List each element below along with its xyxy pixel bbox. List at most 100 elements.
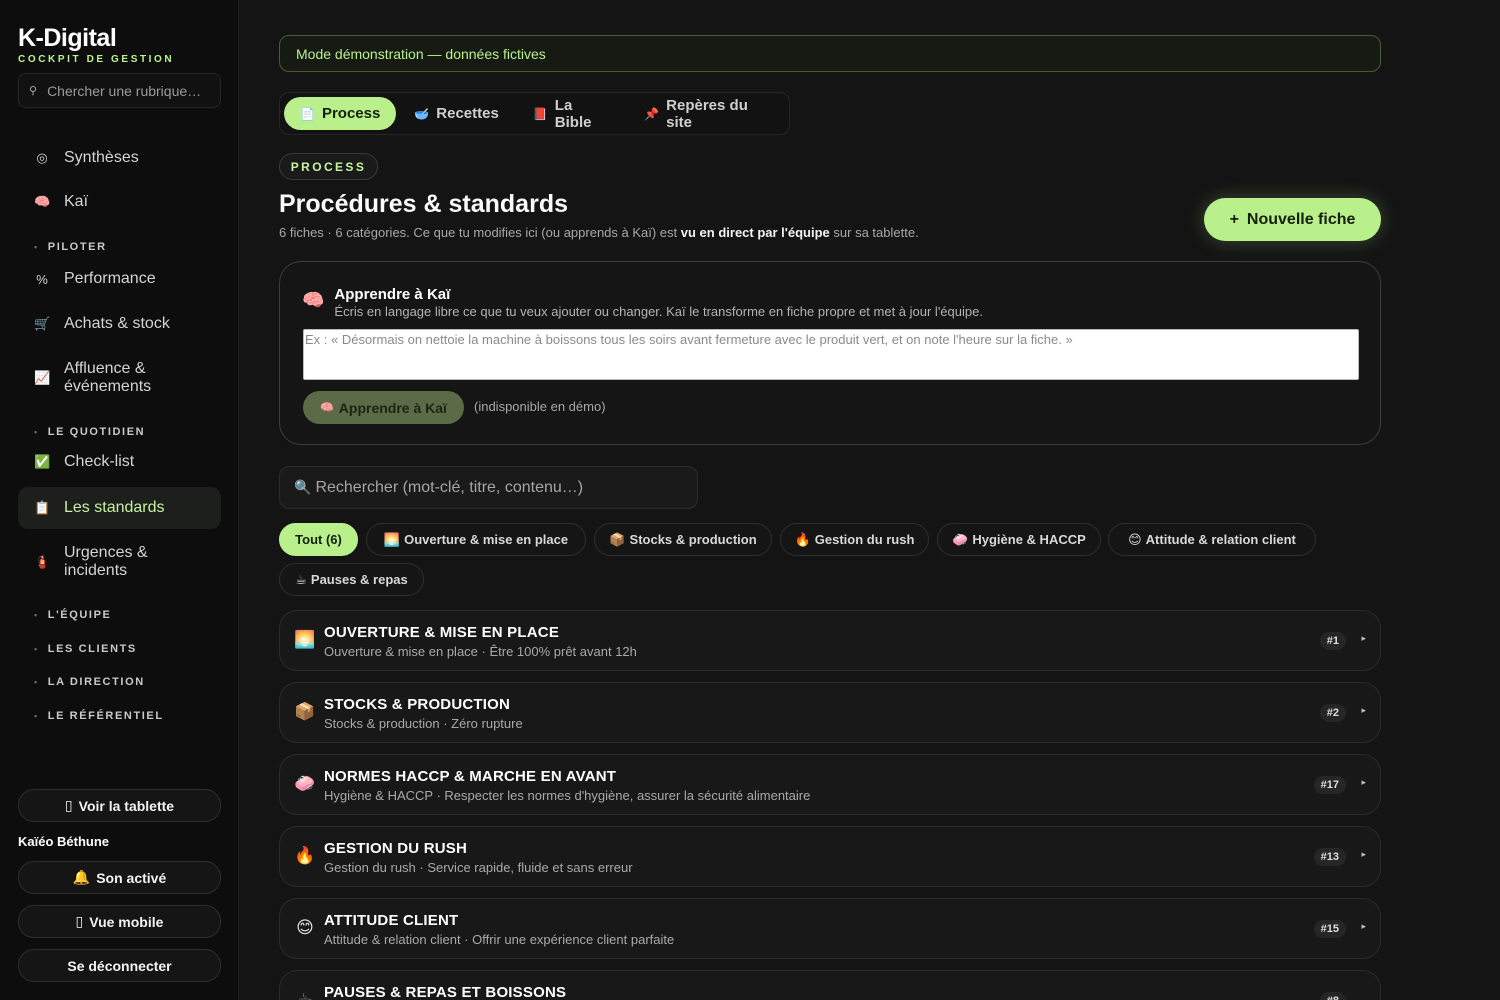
section-piloter[interactable]: • PILOTER [34,241,107,253]
filter-chip-all[interactable]: Tout (6) [279,523,358,556]
brain-icon: 🧠 [34,194,51,209]
sidebar-search-placeholder: Chercher une rubrique… [47,82,202,99]
filter-chip-stocks[interactable]: 📦 Stocks & production [594,523,772,556]
brain-icon: 🧠 [302,290,325,310]
fiche-search-input[interactable]: 🔍 Rechercher (mot-clé, titre, contenu…) [279,466,698,509]
fiche-number-badge: #8 [1319,992,1346,1000]
search-icon: ⚲ [29,85,38,97]
chip-label: Stocks & production [629,532,757,547]
chip-label: Pauses & repas [310,572,408,587]
sidebar-item-standards[interactable]: 📋 Les standards [18,487,221,529]
teach-kai-textarea[interactable]: Ex : « Désormais on nettoie la machine à… [303,329,1359,380]
teach-kai-card: 🧠 Apprendre à Kaï Écris en langage libre… [279,261,1381,445]
section-direction[interactable]: • LA DIRECTION [34,676,145,688]
fiche-row[interactable]: 🧼 NORMES HACCP & MARCHE EN AVANT Hygiène… [279,754,1381,815]
sidebar-item-label: Check-list [64,453,135,470]
fiche-row[interactable]: 😊 ATTITUDE CLIENT Attitude & relation cl… [279,898,1381,959]
fire-icon: 🔥 [794,531,811,547]
target-icon: ◎ [36,150,48,165]
fiche-title: PAUSES & REPAS ET BOISSONS [324,984,567,1000]
bell-icon: 🔔 [72,869,91,885]
percent-icon: % [36,271,48,287]
view-tablet-button[interactable]: ▯ Voir la tablette [18,789,221,822]
sidebar-item-achats[interactable]: 🛒 Achats & stock [18,307,221,341]
sidebar-item-kai[interactable]: 🧠 Kaï [18,185,221,219]
pin-icon: 📌 [644,106,660,121]
fiche-row[interactable]: ☕ PAUSES & REPAS ET BOISSONS #8 [279,970,1381,1000]
sunrise-icon: 🌅 [294,630,316,649]
sidebar-item-urgences[interactable]: 🧯 Urgences & incidents [18,542,221,582]
mobile-view-button[interactable]: ▯ Vue mobile [18,905,221,938]
sidebar-item-label: Affluence & événements [64,360,152,395]
soap-icon: 🧼 [294,774,316,793]
section-quotidien[interactable]: • LE QUOTIDIEN [34,426,145,438]
sidebar-item-label: Urgences & incidents [64,544,148,579]
bullet-icon: • [34,242,39,252]
fiche-search-placeholder: Rechercher (mot-clé, titre, contenu…) [315,478,584,496]
filter-chip-pauses[interactable]: ☕ Pauses & repas [279,563,424,596]
fiche-title: NORMES HACCP & MARCHE EN AVANT [324,768,617,785]
user-name: Kaïéo Béthune [18,834,110,849]
section-label: LE RÉFÉRENTIEL [47,710,164,722]
chevron-right-icon: ▸ [1361,633,1366,643]
new-fiche-button[interactable]: + Nouvelle fiche [1204,198,1381,241]
tab-label: Process [321,105,381,122]
sidebar-item-syntheses[interactable]: ◎ Synthèses [18,141,221,175]
brand-name: K-Digital [18,24,117,52]
tab-label: La Bible [554,96,592,131]
sidebar: K-Digital COCKPIT DE GESTION ⚲ Chercher … [0,0,239,1000]
clipboard-icon: 📋 [34,500,51,515]
sidebar-item-checklist[interactable]: ✅ Check-list [18,445,221,479]
cart-icon: 🛒 [34,316,51,331]
sidebar-item-performance[interactable]: % Performance [18,262,221,296]
teach-kai-description: Écris en langage libre ce que tu veux aj… [334,304,983,319]
filter-chip-rush[interactable]: 🔥 Gestion du rush [780,523,929,556]
tab-reperes[interactable]: 📌 Repères du site [628,96,789,131]
bullet-icon: • [34,427,39,437]
sidebar-item-label: Achats & stock [64,315,170,332]
chevron-right-icon: ▸ [1361,777,1366,787]
demo-banner: Mode démonstration — données fictives [279,35,1381,72]
chip-label: Hygiène & HACCP [972,532,1086,547]
fiche-title: OUVERTURE & MISE EN PLACE [324,624,560,641]
bullet-icon: • [34,610,39,620]
filter-chip-hygiene[interactable]: 🧼 Hygiène & HACCP [937,523,1101,556]
subtitle-text-end: sur sa tablette. [829,225,919,240]
teach-kai-note: (indisponible en démo) [474,399,606,414]
tab-label: Repères du site [666,96,748,131]
chevron-right-icon: ▸ [1361,849,1366,859]
teach-kai-header: 🧠 Apprendre à Kaï Écris en langage libre… [302,286,983,319]
fiche-number-badge: #15 [1313,920,1346,938]
bowl-icon: 🥣 [414,106,430,121]
teach-kai-title: Apprendre à Kaï [334,286,451,303]
tab-recettes[interactable]: 🥣 Recettes [398,97,515,130]
fiche-row[interactable]: 📦 STOCKS & PRODUCTION Stocks & productio… [279,682,1381,743]
tab-bar: 📄 Process 🥣 Recettes 📕 La Bible 📌 Repère… [279,92,790,135]
chevron-right-icon: ▸ [1361,921,1366,931]
teach-kai-button[interactable]: 🧠 Apprendre à Kaï [303,391,464,424]
section-referentiel[interactable]: • LE RÉFÉRENTIEL [34,710,164,722]
demo-banner-text: Mode démonstration — données fictives [296,45,546,62]
section-label: PILOTER [47,241,107,253]
tab-process[interactable]: 📄 Process [284,97,397,130]
filter-chip-ouverture[interactable]: 🌅 Ouverture & mise en place [366,523,586,556]
fiche-row[interactable]: 🌅 OUVERTURE & MISE EN PLACE Ouverture & … [279,610,1381,671]
chevron-right-icon: ▸ [1361,705,1366,715]
sidebar-search-input[interactable]: ⚲ Chercher une rubrique… [18,73,221,108]
logout-button[interactable]: Se déconnecter [18,949,221,982]
view-tablet-label: Voir la tablette [78,797,175,814]
sidebar-item-label: Performance [64,270,156,287]
filter-chip-attitude[interactable]: 😊 Attitude & relation client [1108,523,1316,556]
section-kicker: PROCESS [279,153,378,180]
chip-label: Gestion du rush [814,532,915,547]
section-clients[interactable]: • LES CLIENTS [34,643,137,655]
section-equipe[interactable]: • L'ÉQUIPE [34,609,111,621]
sidebar-item-label: Kaï [64,193,89,210]
sidebar-item-affluence[interactable]: 📈 Affluence & événements [18,358,221,398]
sound-toggle-button[interactable]: 🔔 Son activé [18,861,221,894]
fiche-subtitle: Attitude & relation client · Offrir une … [324,932,675,947]
tab-bible[interactable]: 📕 La Bible [517,96,626,131]
fiche-row[interactable]: 🔥 GESTION DU RUSH Gestion du rush · Serv… [279,826,1381,887]
bullet-icon: • [34,677,39,687]
page-title: Procédures & standards [279,190,568,218]
